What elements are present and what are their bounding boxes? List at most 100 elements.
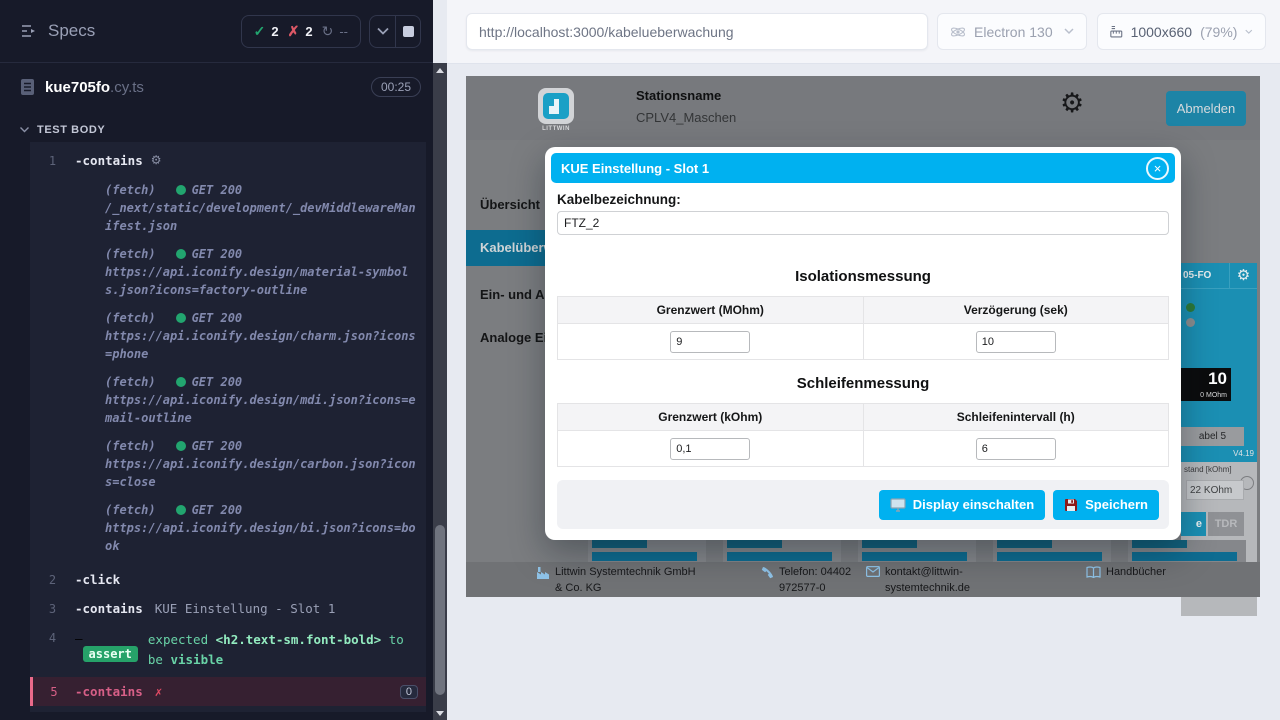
column-header-verzoegerung-sek: Verzögerung (sek) — [863, 297, 1169, 324]
station-name-label: Stationsname — [636, 88, 721, 103]
specs-menu-icon[interactable] — [20, 23, 38, 39]
reporter-header: Specs ✓ 2 ✗ 2 ↻ -- — [0, 0, 433, 63]
modal-title: KUE Einstellung - Slot 1 — [561, 161, 709, 176]
network-log-entry[interactable]: (fetch) GET 200 /_next/static/developmen… — [105, 181, 416, 235]
fetch-status: GET 200 — [192, 437, 243, 455]
status-ok-dot — [176, 441, 186, 451]
close-icon[interactable]: × — [1146, 157, 1169, 180]
chevron-down-icon — [1245, 29, 1253, 35]
fetch-keyword: (fetch) — [105, 501, 156, 519]
chevron-down-icon — [20, 127, 29, 133]
factory-icon — [536, 566, 550, 580]
table-cell — [558, 431, 864, 467]
slot-card-stub — [588, 540, 706, 562]
command-row-assert[interactable]: 4 – assert expected <h2.text-sm.font-bol… — [30, 623, 426, 677]
kue-settings-modal: KUE Einstellung - Slot 1 × Kabelbezeichn… — [545, 147, 1181, 540]
specs-label[interactable]: Specs — [48, 21, 95, 41]
stop-icon — [403, 26, 414, 37]
url-input[interactable]: http://localhost:3000/kabelueberwachung — [466, 13, 928, 50]
cable-name-strip: abel 5 — [1181, 427, 1244, 446]
retry-count-badge: 0 — [400, 685, 418, 699]
network-log-entry[interactable]: (fetch) GET 200 https://api.iconify.desi… — [105, 309, 416, 363]
app-footer: Littwin Systemtechnik GmbH & Co. KG Tele… — [466, 562, 1260, 597]
slot-card-stub — [1128, 540, 1246, 562]
measurement-unit: 0 MOhm — [1200, 392, 1227, 399]
grenzwert-kohm-input[interactable] — [670, 438, 750, 460]
collapse-runs-button[interactable] — [370, 16, 395, 47]
status-ok-dot — [176, 505, 186, 515]
fetch-status: GET 200 — [192, 373, 243, 391]
display-on-button[interactable]: Display einschalten — [879, 490, 1045, 520]
runner-controls — [369, 15, 421, 48]
stop-run-button[interactable] — [395, 16, 420, 47]
loop-section-title: Schleifenmessung — [557, 375, 1169, 392]
fetch-url: /_next/static/development/_devMiddleware… — [105, 199, 416, 235]
status-ok-dot — [176, 249, 186, 259]
assert-badge: assert — [83, 646, 138, 662]
fetch-url: https://api.iconify.design/material-symb… — [105, 263, 416, 299]
display-on-label: Display einschalten — [913, 497, 1034, 512]
network-log-entry[interactable]: (fetch) GET 200 https://api.iconify.desi… — [105, 245, 416, 299]
status-ok-dot — [176, 185, 186, 195]
gear-icon: ⚙ — [151, 153, 162, 168]
ruler-icon — [1110, 24, 1123, 39]
reporter-scrollbar[interactable] — [433, 63, 447, 720]
column-header-schleifenintervall-h: Schleifenintervall (h) — [863, 404, 1169, 431]
fetch-status: GET 200 — [192, 245, 243, 263]
command-number: 2 — [30, 572, 75, 587]
command-name: -contains — [75, 684, 143, 699]
slot-gear-icon[interactable]: ⚙ — [1229, 263, 1257, 289]
browser-url-bar: http://localhost:3000/kabelueberwachung … — [447, 0, 1280, 64]
status-dot-gray — [1186, 318, 1195, 327]
save-button[interactable]: Speichern — [1053, 490, 1159, 520]
stat-failed: ✗ 2 — [288, 23, 313, 40]
littwin-logo — [538, 88, 574, 124]
tab-tdr[interactable]: TDR — [1208, 512, 1244, 536]
firmware-version: V4.19 — [1233, 449, 1254, 458]
scroll-down-arrow[interactable] — [433, 706, 447, 720]
grenzwert-mohm-input[interactable] — [670, 331, 750, 353]
logout-button[interactable]: Abmelden — [1166, 91, 1246, 126]
electron-icon — [950, 24, 966, 40]
assert-message: expected <h2.text-sm.font-bold> to be vi… — [148, 630, 416, 670]
slot-card-header: 05-FO ⚙ — [1181, 263, 1257, 289]
command-row-contains-failed[interactable]: 5 -contains ✗ 0 — [30, 677, 426, 706]
table-cell — [863, 431, 1169, 467]
spec-file-row[interactable]: kue705fo.cy.ts 00:25 — [0, 64, 433, 110]
slot-card-title: 05-FO — [1183, 270, 1211, 281]
email-icon — [866, 566, 880, 577]
scrollbar-thumb[interactable] — [435, 525, 445, 695]
command-row-contains[interactable]: 3 -contains KUE Einstellung - Slot 1 — [30, 594, 426, 623]
network-log-entry[interactable]: (fetch) GET 200 https://api.iconify.desi… — [105, 373, 416, 427]
tab-active[interactable]: e — [1181, 512, 1206, 536]
failed-count: 2 — [305, 24, 312, 39]
network-log-entry[interactable]: (fetch) GET 200 https://api.iconify.desi… — [105, 501, 416, 555]
station-name-value: CPLV4_Maschen — [636, 110, 736, 125]
cable-designation-input[interactable] — [557, 211, 1169, 235]
status-ok-dot — [176, 377, 186, 387]
footer-manuals[interactable]: Handbücher — [1086, 565, 1166, 581]
modal-footer: Display einschalten Speichern — [557, 480, 1169, 529]
spec-extension: .cy.ts — [110, 79, 144, 96]
pending-count: -- — [339, 24, 348, 39]
viewport-selector[interactable]: 1000x660 (79%) — [1097, 13, 1266, 50]
modal-body: Kabelbezeichnung: Isolationsmessung Gren… — [551, 192, 1175, 467]
command-number: 3 — [30, 601, 75, 616]
command-number: 5 — [33, 684, 75, 699]
scroll-up-arrow[interactable] — [433, 63, 447, 77]
measurement-value: 10 — [1208, 369, 1227, 389]
fetch-keyword: (fetch) — [105, 309, 156, 327]
network-log-entry[interactable]: (fetch) GET 200 https://api.iconify.desi… — [105, 437, 416, 491]
save-floppy-icon — [1064, 498, 1078, 512]
schleifenintervall-h-input[interactable] — [976, 438, 1056, 460]
command-row-contains[interactable]: 1 -contains ⚙ — [30, 146, 426, 175]
browser-selector[interactable]: Electron 130 — [937, 13, 1087, 50]
test-body-section-toggle[interactable]: TEST BODY — [20, 124, 105, 136]
nav-item-label: Kabelüberw — [480, 240, 554, 255]
cable-designation-label: Kabelbezeichnung: — [557, 192, 1169, 207]
verzoegerung-sek-input[interactable] — [976, 331, 1056, 353]
command-row-click[interactable]: 2 -click — [30, 565, 426, 594]
settings-gear-icon[interactable]: ⚙ — [1060, 90, 1084, 117]
command-number: 1 — [30, 153, 75, 168]
isolation-table: Grenzwert (MOhm) Verzögerung (sek) — [557, 296, 1169, 360]
